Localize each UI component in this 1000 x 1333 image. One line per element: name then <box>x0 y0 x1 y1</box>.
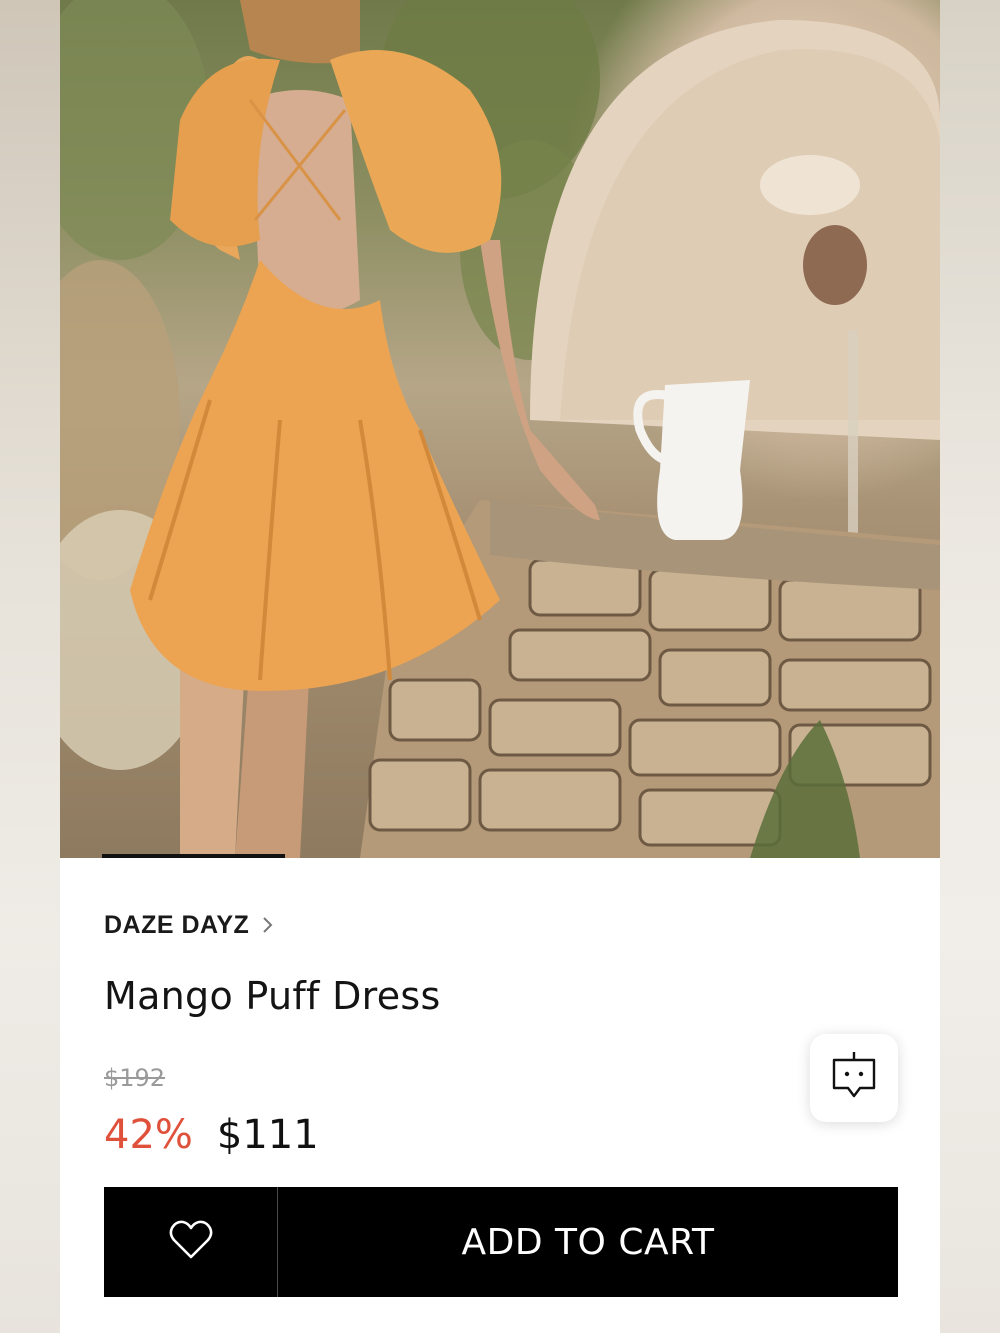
gallery-progress-track <box>60 854 940 858</box>
brand-name: DAZE DAYZ <box>104 910 250 939</box>
sale-price: $111 <box>216 1112 319 1158</box>
wishlist-button[interactable] <box>104 1187 278 1297</box>
original-price: $192 <box>104 1064 166 1092</box>
chevron-right-icon <box>261 914 275 936</box>
product-photo-art <box>60 0 940 858</box>
price-row: 42% $111 <box>104 1112 319 1158</box>
brand-link[interactable]: DAZE DAYZ <box>104 908 275 942</box>
gallery-progress-fill <box>102 854 285 858</box>
chat-bubble-icon <box>830 1050 878 1107</box>
product-title: Mango Puff Dress <box>104 974 441 1018</box>
discount-percent: 42% <box>104 1112 193 1158</box>
chat-button[interactable] <box>810 1034 898 1122</box>
cart-bar: ADD TO CART <box>104 1187 898 1297</box>
backdrop-left <box>0 0 60 1333</box>
product-photo[interactable] <box>60 0 940 858</box>
backdrop-right <box>940 0 1000 1333</box>
product-sheet: DAZE DAYZ Mango Puff Dress $192 42% $111 <box>60 0 940 1333</box>
heart-outline-icon <box>169 1220 213 1265</box>
add-to-cart-button[interactable]: ADD TO CART <box>278 1187 898 1297</box>
